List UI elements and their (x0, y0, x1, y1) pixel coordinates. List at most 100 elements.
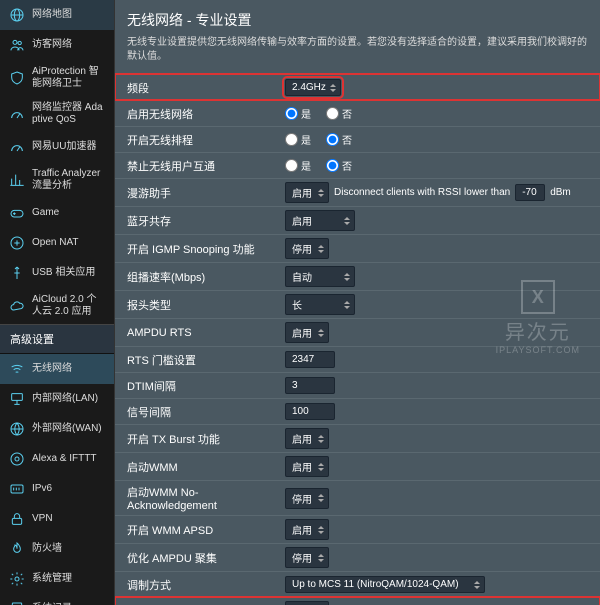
row-mcast: 组播速率(Mbps) 自动 (115, 262, 600, 290)
globe-icon (8, 6, 26, 24)
select-airtime[interactable]: 停用 (285, 601, 329, 605)
section-header-advanced: 高级设置 (0, 324, 114, 354)
sidebar: 网络地图访客网络 AiProtection 智能网络卫士网络监控器 Adaptiv… (0, 0, 115, 605)
sidebar-item-label: AiCloud 2.0 个人云 2.0 应用 (32, 294, 106, 318)
row-roaming: 漫游助手 启用 Disconnect clients with RSSI low… (115, 178, 600, 206)
radio-block-yes[interactable]: 是 (285, 158, 311, 173)
main-panel: 无线网络 - 专业设置 无线专业设置提供您无线网络传输与效率方面的设置。若您没有… (115, 0, 600, 605)
row-wmm: 启动WMM 启用 (115, 452, 600, 480)
input-roaming-thresh[interactable] (515, 184, 545, 201)
chart-icon (8, 171, 26, 189)
radio-sched-yes[interactable]: 是 (285, 132, 311, 147)
nat-icon (8, 234, 26, 252)
row-apsd: 开启 WMM APSD 启用 (115, 515, 600, 543)
meter-icon (8, 105, 26, 123)
fire-icon (8, 540, 26, 558)
select-wmmna[interactable]: 停用 (285, 488, 329, 509)
radio-enable-radio-yes[interactable]: 是 (285, 106, 311, 121)
row-wmmna: 启动WMM No-Acknowledgement 停用 (115, 480, 600, 515)
sidebar-item[interactable]: Game (0, 198, 114, 228)
row-enable-radio: 启用无线网络 是 否 (115, 100, 600, 126)
sidebar-item-label: USB 相关应用 (32, 267, 106, 279)
sidebar-item-label: 外部网络(WAN) (32, 423, 106, 435)
row-preamble: 报头类型 长 (115, 290, 600, 318)
sidebar-item[interactable]: 防火墙 (0, 534, 114, 564)
sidebar-item[interactable]: Open NAT (0, 228, 114, 258)
sidebar-item[interactable]: 系统记录 (0, 594, 114, 605)
radio-sched-no[interactable]: 否 (326, 132, 352, 147)
sidebar-item[interactable]: VPN (0, 504, 114, 534)
cloud-icon (8, 297, 26, 315)
log-icon (8, 600, 26, 605)
sidebar-item-label: VPN (32, 513, 106, 525)
sidebar-item[interactable]: 外部网络(WAN) (0, 414, 114, 444)
select-bt[interactable]: 启用 (285, 210, 355, 231)
sidebar-item[interactable]: IPv6 (0, 474, 114, 504)
sidebar-item[interactable]: Alexa & IFTTT (0, 444, 114, 474)
sidebar-item[interactable]: Traffic Analyzer 流量分析 (0, 162, 114, 198)
page-title: 无线网络 - 专业设置 (115, 0, 600, 36)
sidebar-item[interactable]: 内部网络(LAN) (0, 384, 114, 414)
select-ampdu[interactable]: 启用 (285, 322, 329, 343)
sidebar-item-label: 访客网络 (32, 39, 106, 51)
shield-icon (8, 69, 26, 87)
select-mcast[interactable]: 自动 (285, 266, 355, 287)
select-txburst[interactable]: 启用 (285, 428, 329, 449)
vpn-icon (8, 510, 26, 528)
sidebar-item[interactable]: AiProtection 智能网络卫士 (0, 60, 114, 96)
roaming-unit: dBm (550, 187, 571, 198)
select-modulation[interactable]: Up to MCS 11 (NitroQAM/1024-QAM) (285, 576, 485, 593)
sidebar-item[interactable]: 无线网络 (0, 354, 114, 384)
ipv6-icon (8, 480, 26, 498)
page-desc: 无线专业设置提供您无线网络传输与效率方面的设置。若您没有选择适合的设置，建议采用… (115, 36, 600, 74)
roaming-hint: Disconnect clients with RSSI lower than (334, 187, 510, 198)
sidebar-item[interactable]: AiCloud 2.0 个人云 2.0 应用 (0, 288, 114, 324)
select-preamble[interactable]: 长 (285, 294, 355, 315)
input-beacon[interactable] (285, 403, 335, 420)
row-txburst: 开启 TX Burst 功能 启用 (115, 424, 600, 452)
sidebar-item-label: 内部网络(LAN) (32, 393, 106, 405)
people-icon (8, 36, 26, 54)
sidebar-item-label: 网易UU加速器 (32, 141, 106, 153)
input-rts[interactable] (285, 351, 335, 368)
row-airtime: 无线传输公平性 停用 (115, 597, 600, 605)
row-block-intra: 禁止无线用户互通 是 否 (115, 152, 600, 178)
row-enable-sched: 开启无线排程 是 否 (115, 126, 600, 152)
row-bt: 蓝牙共存 启用 (115, 206, 600, 234)
radio-enable-radio-no[interactable]: 否 (326, 106, 352, 121)
sidebar-item-label: 无线网络 (32, 363, 106, 375)
sidebar-item-label: 系统管理 (32, 573, 106, 585)
sidebar-item[interactable]: 网络地图 (0, 0, 114, 30)
sidebar-item[interactable]: 系统管理 (0, 564, 114, 594)
select-apsd[interactable]: 启用 (285, 519, 329, 540)
alexa-icon (8, 450, 26, 468)
sidebar-item-label: IPv6 (32, 483, 106, 495)
select-ampdu-agg[interactable]: 停用 (285, 547, 329, 568)
label-band: 频段 (115, 80, 285, 96)
wan-icon (8, 420, 26, 438)
lan-icon (8, 390, 26, 408)
select-band[interactable]: 2.4GHz (285, 79, 341, 96)
sidebar-item-label: AiProtection 智能网络卫士 (32, 66, 106, 90)
sidebar-item-label: Open NAT (32, 237, 106, 249)
sidebar-item-label: 防火墙 (32, 543, 106, 555)
row-rts: RTS 门槛设置 (115, 346, 600, 372)
sidebar-item-label: Traffic Analyzer 流量分析 (32, 168, 106, 192)
input-dtim[interactable] (285, 377, 335, 394)
select-roaming[interactable]: 启用 (285, 182, 329, 203)
meter-icon (8, 138, 26, 156)
wifi-icon (8, 360, 26, 378)
sidebar-item-label: 网络地图 (32, 9, 106, 21)
sidebar-item[interactable]: USB 相关应用 (0, 258, 114, 288)
sidebar-item[interactable]: 访客网络 (0, 30, 114, 60)
usb-icon (8, 264, 26, 282)
row-ampdu-agg: 优化 AMPDU 聚集 停用 (115, 543, 600, 571)
row-modulation: 调制方式 Up to MCS 11 (NitroQAM/1024-QAM) (115, 571, 600, 597)
sidebar-item[interactable]: 网络监控器 Adaptive QoS (0, 96, 114, 132)
select-igmp[interactable]: 停用 (285, 238, 329, 259)
radio-block-no[interactable]: 否 (326, 158, 352, 173)
select-wmm[interactable]: 启用 (285, 456, 329, 477)
gear-icon (8, 570, 26, 588)
sidebar-item[interactable]: 网易UU加速器 (0, 132, 114, 162)
sidebar-item-label: Game (32, 207, 106, 219)
